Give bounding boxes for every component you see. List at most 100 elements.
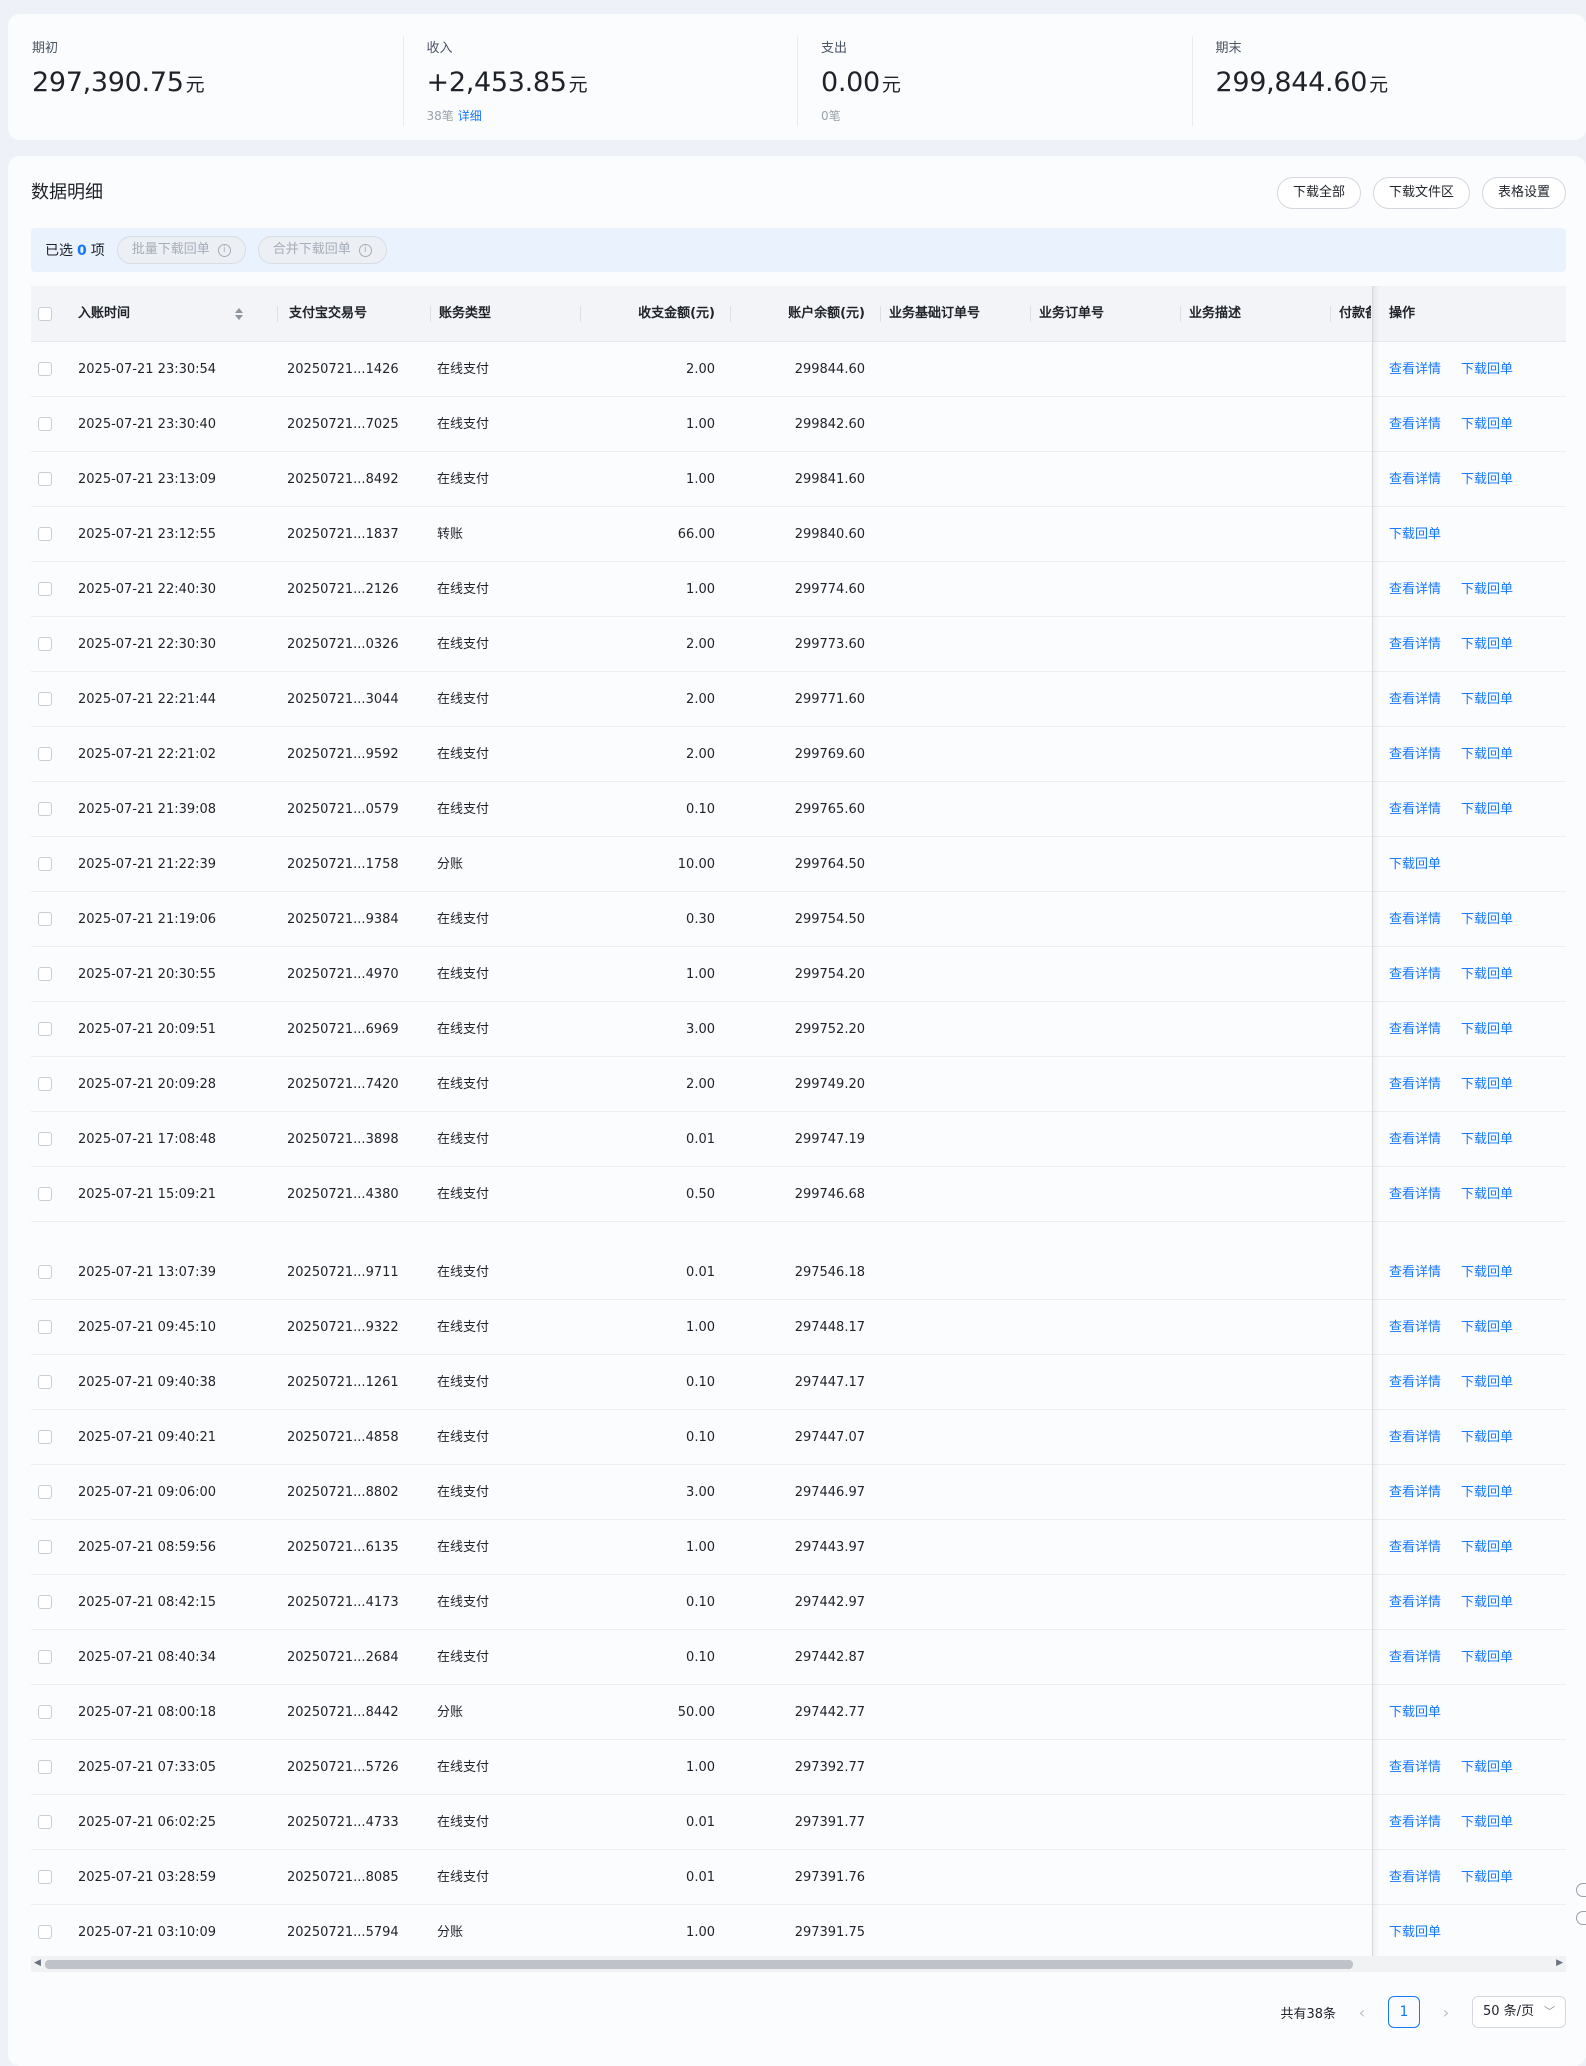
- page-number[interactable]: 1: [1388, 1996, 1420, 2028]
- row-checkbox[interactable]: [38, 1870, 52, 1884]
- download-receipt-link[interactable]: 下载回单: [1461, 1410, 1513, 1465]
- download-receipt-link[interactable]: 下载回单: [1461, 1575, 1513, 1630]
- scroll-thumb[interactable]: [45, 1960, 1353, 1969]
- merge-download-button[interactable]: 合并下载回单 i: [257, 236, 387, 264]
- download-receipt-link[interactable]: 下载回单: [1461, 1112, 1513, 1167]
- row-checkbox[interactable]: [38, 692, 52, 706]
- view-detail-link[interactable]: 查看详情: [1389, 892, 1441, 947]
- download-receipt-link[interactable]: 下载回单: [1389, 1685, 1441, 1740]
- row-checkbox[interactable]: [38, 417, 52, 431]
- view-detail-link[interactable]: 查看详情: [1389, 1167, 1441, 1222]
- view-detail-link[interactable]: 查看详情: [1389, 452, 1441, 507]
- download-receipt-link[interactable]: 下载回单: [1461, 947, 1513, 1002]
- row-checkbox[interactable]: [38, 1265, 52, 1279]
- help-icon[interactable]: [1576, 1883, 1586, 1897]
- view-detail-link[interactable]: 查看详情: [1389, 947, 1441, 1002]
- download-receipt-link[interactable]: 下载回单: [1461, 1465, 1513, 1520]
- row-checkbox[interactable]: [38, 1132, 52, 1146]
- view-detail-link[interactable]: 查看详情: [1389, 1002, 1441, 1057]
- page-size-select[interactable]: 50 条/页 ﹀: [1472, 1996, 1566, 2028]
- info-icon[interactable]: i: [217, 243, 231, 257]
- row-checkbox[interactable]: [38, 1650, 52, 1664]
- download-receipt-link[interactable]: 下载回单: [1389, 837, 1441, 892]
- download-receipt-link[interactable]: 下载回单: [1461, 1795, 1513, 1850]
- scroll-right-icon[interactable]: ▶: [1556, 1958, 1563, 1968]
- download-receipt-link[interactable]: 下载回单: [1461, 452, 1513, 507]
- view-detail-link[interactable]: 查看详情: [1389, 1520, 1441, 1575]
- next-page-icon[interactable]: ›: [1434, 2003, 1458, 2022]
- view-detail-link[interactable]: 查看详情: [1389, 617, 1441, 672]
- view-detail-link[interactable]: 查看详情: [1389, 1850, 1441, 1905]
- download-receipt-link[interactable]: 下载回单: [1461, 1740, 1513, 1795]
- download-receipt-link[interactable]: 下载回单: [1461, 672, 1513, 727]
- view-detail-link[interactable]: 查看详情: [1389, 397, 1441, 452]
- row-checkbox[interactable]: [38, 1430, 52, 1444]
- row-checkbox[interactable]: [38, 967, 52, 981]
- view-detail-link[interactable]: 查看详情: [1389, 1575, 1441, 1630]
- row-checkbox[interactable]: [38, 747, 52, 761]
- view-detail-link[interactable]: 查看详情: [1389, 727, 1441, 782]
- horizontal-scrollbar[interactable]: ◀ ▶: [31, 1956, 1566, 1972]
- select-all-checkbox[interactable]: [38, 307, 52, 321]
- income-detail-link[interactable]: 详细: [458, 109, 482, 123]
- download-receipt-link[interactable]: 下载回单: [1461, 892, 1513, 947]
- download-receipt-link[interactable]: 下载回单: [1461, 1002, 1513, 1057]
- row-checkbox[interactable]: [38, 472, 52, 486]
- view-detail-link[interactable]: 查看详情: [1389, 1740, 1441, 1795]
- download-receipt-link[interactable]: 下载回单: [1461, 342, 1513, 397]
- download-receipt-link[interactable]: 下载回单: [1461, 1245, 1513, 1300]
- view-detail-link[interactable]: 查看详情: [1389, 1465, 1441, 1520]
- row-checkbox[interactable]: [38, 1815, 52, 1829]
- download-receipt-link[interactable]: 下载回单: [1461, 1520, 1513, 1575]
- row-checkbox[interactable]: [38, 1375, 52, 1389]
- view-detail-link[interactable]: 查看详情: [1389, 1410, 1441, 1465]
- row-checkbox[interactable]: [38, 582, 52, 596]
- row-checkbox[interactable]: [38, 1320, 52, 1334]
- row-checkbox[interactable]: [38, 1187, 52, 1201]
- download-all-button[interactable]: 下载全部: [1276, 177, 1361, 209]
- view-detail-link[interactable]: 查看详情: [1389, 782, 1441, 837]
- download-receipt-link[interactable]: 下载回单: [1461, 1057, 1513, 1112]
- row-checkbox[interactable]: [38, 362, 52, 376]
- row-checkbox[interactable]: [38, 1077, 52, 1091]
- row-checkbox[interactable]: [38, 1022, 52, 1036]
- view-detail-link[interactable]: 查看详情: [1389, 1112, 1441, 1167]
- side-float-tools[interactable]: [1576, 1883, 1586, 1943]
- download-receipt-link[interactable]: 下载回单: [1461, 1300, 1513, 1355]
- view-detail-link[interactable]: 查看详情: [1389, 1355, 1441, 1410]
- download-receipt-link[interactable]: 下载回单: [1461, 782, 1513, 837]
- download-receipt-link[interactable]: 下载回单: [1461, 1355, 1513, 1410]
- row-checkbox[interactable]: [38, 802, 52, 816]
- download-receipt-link[interactable]: 下载回单: [1461, 727, 1513, 782]
- feedback-icon[interactable]: [1576, 1911, 1586, 1925]
- download-receipt-link[interactable]: 下载回单: [1461, 562, 1513, 617]
- row-checkbox[interactable]: [38, 1540, 52, 1554]
- info-icon[interactable]: i: [358, 243, 372, 257]
- download-receipt-link[interactable]: 下载回单: [1389, 507, 1441, 562]
- view-detail-link[interactable]: 查看详情: [1389, 1630, 1441, 1685]
- row-checkbox[interactable]: [38, 912, 52, 926]
- download-receipt-link[interactable]: 下载回单: [1461, 1630, 1513, 1685]
- batch-download-button[interactable]: 批量下载回单 i: [116, 236, 246, 264]
- row-checkbox[interactable]: [38, 857, 52, 871]
- prev-page-icon[interactable]: ‹: [1350, 2003, 1374, 2022]
- view-detail-link[interactable]: 查看详情: [1389, 1057, 1441, 1112]
- download-file-area-button[interactable]: 下载文件区: [1372, 177, 1470, 209]
- view-detail-link[interactable]: 查看详情: [1389, 1795, 1441, 1850]
- view-detail-link[interactable]: 查看详情: [1389, 562, 1441, 617]
- view-detail-link[interactable]: 查看详情: [1389, 672, 1441, 727]
- column-header-time[interactable]: 入账时间: [78, 286, 278, 342]
- row-checkbox[interactable]: [38, 1760, 52, 1774]
- sort-icon[interactable]: [234, 306, 244, 322]
- download-receipt-link[interactable]: 下载回单: [1461, 397, 1513, 452]
- row-checkbox[interactable]: [38, 1595, 52, 1609]
- table-settings-button[interactable]: 表格设置: [1481, 177, 1566, 209]
- row-checkbox[interactable]: [38, 1925, 52, 1939]
- view-detail-link[interactable]: 查看详情: [1389, 1300, 1441, 1355]
- download-receipt-link[interactable]: 下载回单: [1461, 1850, 1513, 1905]
- download-receipt-link[interactable]: 下载回单: [1461, 617, 1513, 672]
- scroll-left-icon[interactable]: ◀: [34, 1958, 41, 1968]
- view-detail-link[interactable]: 查看详情: [1389, 1245, 1441, 1300]
- view-detail-link[interactable]: 查看详情: [1389, 342, 1441, 397]
- row-checkbox[interactable]: [38, 637, 52, 651]
